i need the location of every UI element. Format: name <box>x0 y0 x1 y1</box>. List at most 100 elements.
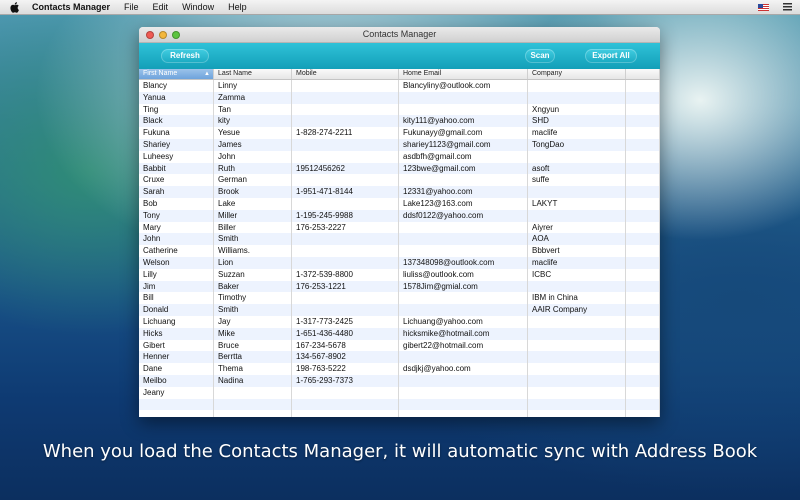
table-cell[interactable]: Berrtta <box>214 351 292 364</box>
column-header-last-name[interactable]: Last Name <box>214 69 292 79</box>
table-cell[interactable]: Mary <box>139 221 214 234</box>
table-cell[interactable]: Smith <box>214 233 292 246</box>
table-cell[interactable] <box>292 174 399 187</box>
table-cell[interactable] <box>292 115 399 128</box>
table-row[interactable]: Luheesy John asdbfh@gmail.com <box>139 150 660 163</box>
menu-file[interactable]: File <box>124 2 139 12</box>
table-cell[interactable]: 19512456262 <box>292 162 399 175</box>
table-cell[interactable]: Gibert <box>139 339 214 352</box>
table-cell[interactable] <box>626 209 660 222</box>
table-cell[interactable] <box>528 315 626 328</box>
table-row[interactable]: Sarah Brook 1-951-471-8144 12331@yahoo.com <box>139 186 660 198</box>
table-cell[interactable] <box>399 386 528 399</box>
table-row[interactable]: Ting Tan Xngyun <box>139 103 660 116</box>
table-cell[interactable]: Brook <box>214 186 292 198</box>
table-cell[interactable]: Blancyliny@outlook.com <box>399 80 528 92</box>
table-cell[interactable] <box>626 363 660 375</box>
table-cell[interactable]: Yanua <box>139 91 214 104</box>
table-row[interactable] <box>139 398 660 411</box>
table-cell[interactable]: Biller <box>214 221 292 234</box>
table-cell[interactable]: Xngyun <box>528 103 626 116</box>
table-cell[interactable]: Nadina <box>214 374 292 387</box>
table-cell[interactable]: dsdjkj@yahoo.com <box>399 363 528 375</box>
table-cell[interactable] <box>626 103 660 116</box>
table-cell[interactable]: James <box>214 138 292 151</box>
table-cell[interactable]: Bruce <box>214 339 292 352</box>
table-cell[interactable] <box>292 256 399 269</box>
table-cell[interactable] <box>399 410 528 417</box>
table-cell[interactable]: 167-234-5678 <box>292 339 399 352</box>
table-cell[interactable]: Jay <box>214 315 292 328</box>
table-cell[interactable]: shariey1123@gmail.com <box>399 138 528 151</box>
table-cell[interactable] <box>626 386 660 399</box>
table-cell[interactable] <box>139 410 214 417</box>
table-cell[interactable]: Meilbo <box>139 374 214 387</box>
table-row[interactable] <box>139 410 660 417</box>
table-cell[interactable]: Luheesy <box>139 150 214 163</box>
table-cell[interactable] <box>292 398 399 411</box>
table-cell[interactable]: Hicks <box>139 327 214 340</box>
table-cell[interactable]: Mike <box>214 327 292 340</box>
table-cell[interactable] <box>399 174 528 187</box>
menu-edit[interactable]: Edit <box>153 2 169 12</box>
table-cell[interactable] <box>626 91 660 104</box>
table-row[interactable]: Shariey James shariey1123@gmail.com TongDao <box>139 138 660 151</box>
table-cell[interactable] <box>626 80 660 92</box>
table-cell[interactable]: Donald <box>139 304 214 316</box>
table-cell[interactable]: Black <box>139 115 214 128</box>
table-cell[interactable]: Bill <box>139 292 214 305</box>
table-cell[interactable] <box>626 315 660 328</box>
table-cell[interactable]: Aiyrer <box>528 221 626 234</box>
table-cell[interactable]: Miller <box>214 209 292 222</box>
table-cell[interactable]: Fukuna <box>139 127 214 139</box>
table-cell[interactable] <box>292 91 399 104</box>
table-cell[interactable] <box>292 197 399 210</box>
table-cell[interactable] <box>399 233 528 246</box>
table-cell[interactable]: AOA <box>528 233 626 246</box>
table-cell[interactable]: Williams. <box>214 245 292 257</box>
table-cell[interactable] <box>214 398 292 411</box>
menu-help[interactable]: Help <box>228 2 247 12</box>
table-cell[interactable]: Ting <box>139 103 214 116</box>
table-cell[interactable] <box>626 280 660 293</box>
table-cell[interactable] <box>626 304 660 316</box>
table-cell[interactable] <box>399 398 528 411</box>
table-cell[interactable]: asoft <box>528 162 626 175</box>
table-cell[interactable]: 1-372-539-8800 <box>292 268 399 281</box>
table-cell[interactable] <box>292 304 399 316</box>
table-cell[interactable]: 1-317-773-2425 <box>292 315 399 328</box>
table-cell[interactable] <box>528 280 626 293</box>
table-cell[interactable] <box>626 268 660 281</box>
table-cell[interactable] <box>626 115 660 128</box>
table-cell[interactable] <box>399 304 528 316</box>
table-row[interactable]: John Smith AOA <box>139 233 660 246</box>
table-cell[interactable]: John <box>214 150 292 163</box>
table-cell[interactable]: 1-828-274-2211 <box>292 127 399 139</box>
table-row[interactable]: Mary Biller 176-253-2227 Aiyrer <box>139 221 660 234</box>
table-cell[interactable]: 1-651-436-4480 <box>292 327 399 340</box>
table-cell[interactable]: Babbit <box>139 162 214 175</box>
table-cell[interactable] <box>399 103 528 116</box>
table-cell[interactable]: Timothy <box>214 292 292 305</box>
table-cell[interactable] <box>626 197 660 210</box>
table-cell[interactable] <box>528 363 626 375</box>
table-cell[interactable]: Blancy <box>139 80 214 92</box>
table-cell[interactable] <box>399 292 528 305</box>
table-row[interactable]: Bill Timothy IBM in China <box>139 292 660 305</box>
table-row[interactable]: Babbit Ruth 19512456262 123bwe@gmail.com aso… <box>139 162 660 175</box>
table-cell[interactable] <box>626 162 660 175</box>
table-cell[interactable] <box>292 386 399 399</box>
table-cell[interactable]: AAIR Company <box>528 304 626 316</box>
table-cell[interactable]: Smith <box>214 304 292 316</box>
window-titlebar[interactable]: Contacts Manager <box>139 27 660 43</box>
column-header-company[interactable]: Company <box>528 69 626 79</box>
table-cell[interactable] <box>528 186 626 198</box>
table-cell[interactable]: Tony <box>139 209 214 222</box>
table-cell[interactable]: 1-195-245-9988 <box>292 209 399 222</box>
table-cell[interactable] <box>399 245 528 257</box>
table-cell[interactable] <box>626 292 660 305</box>
table-cell[interactable]: 1578Jim@gmial.com <box>399 280 528 293</box>
table-row[interactable]: Tony Miller 1-195-245-9988 ddsf0122@yahoo.c… <box>139 209 660 222</box>
table-cell[interactable] <box>399 91 528 104</box>
table-cell[interactable]: liuliss@outlook.com <box>399 268 528 281</box>
